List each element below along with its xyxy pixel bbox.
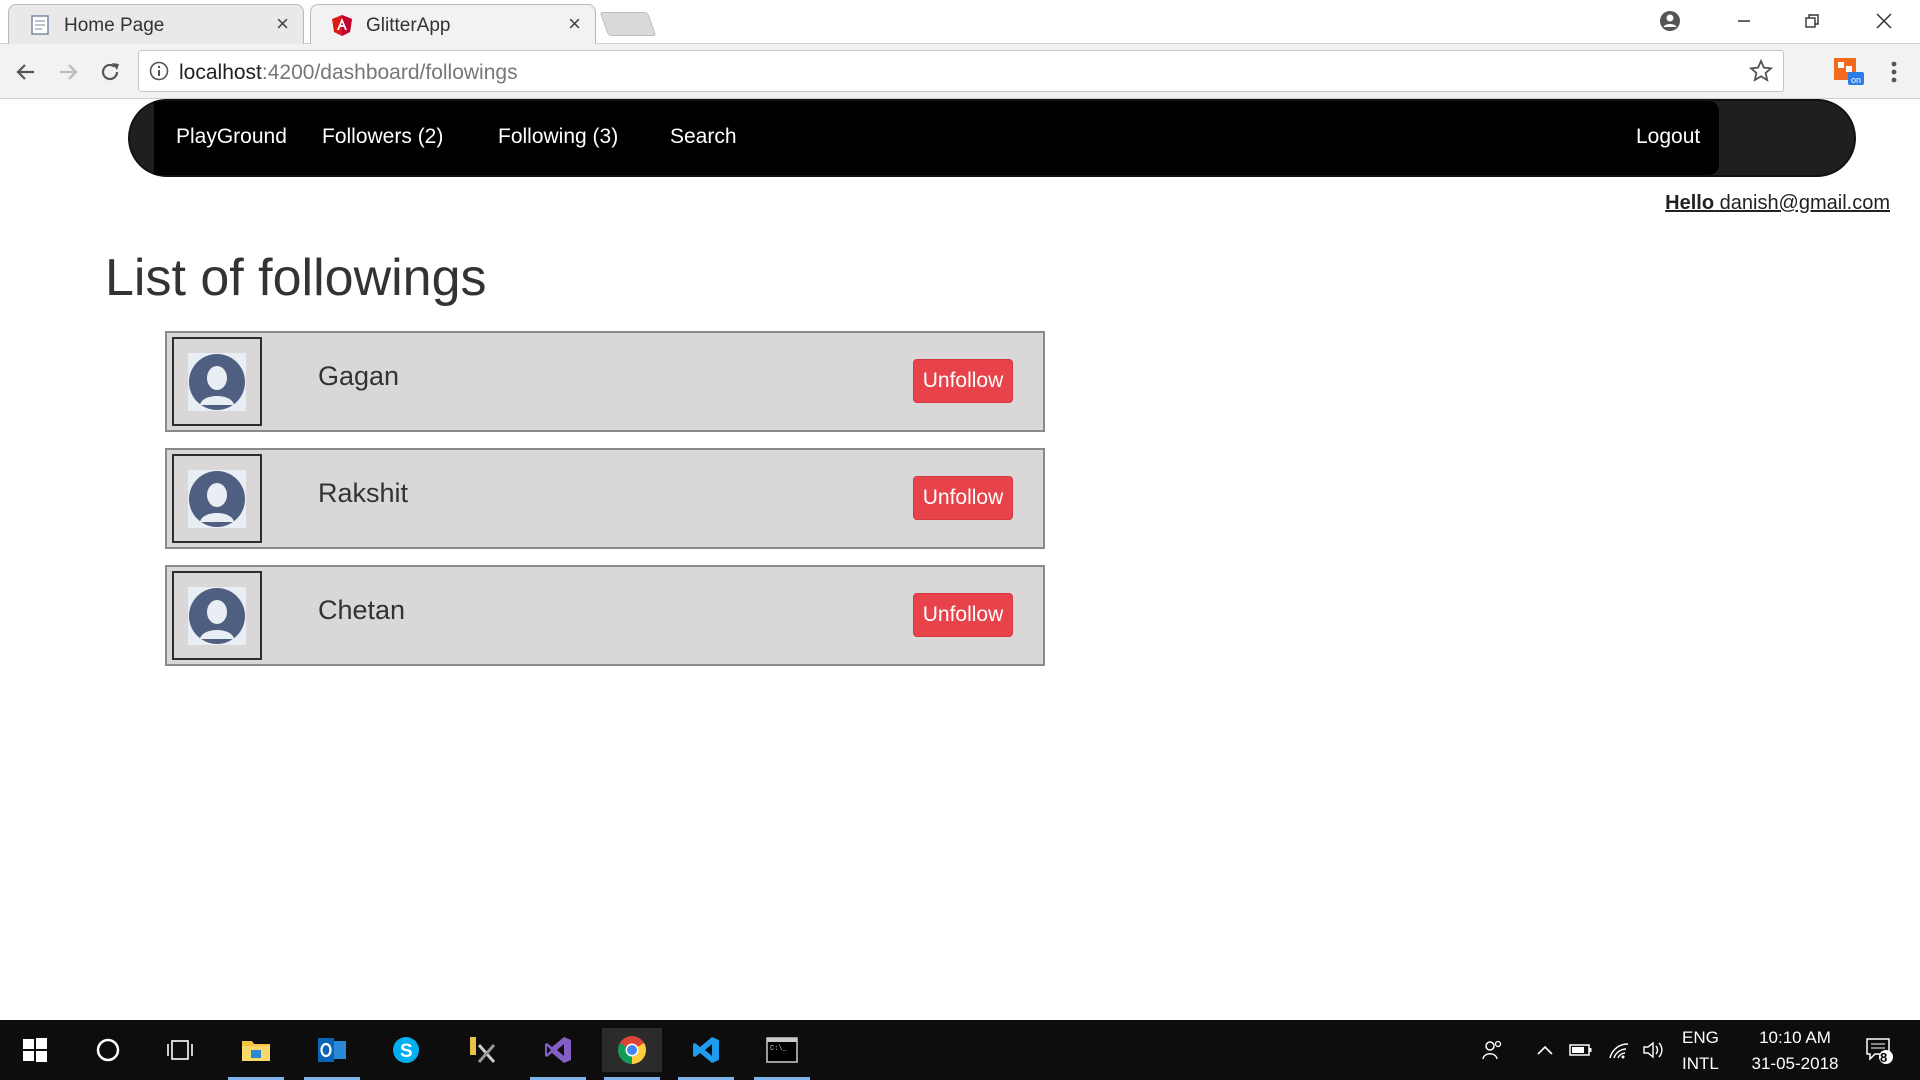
- wifi-icon[interactable]: [1604, 1028, 1634, 1072]
- url-path: :4200/dashboard/followings: [261, 61, 518, 84]
- address-bar[interactable]: localhost:4200/dashboard/followings: [138, 50, 1784, 92]
- unfollow-button[interactable]: Unfollow: [913, 593, 1013, 637]
- tools-icon[interactable]: [452, 1028, 512, 1072]
- back-icon[interactable]: [10, 56, 42, 88]
- nav-playground[interactable]: PlayGround: [176, 125, 287, 149]
- list-item: Rakshit Unfollow: [165, 448, 1045, 549]
- nav-following[interactable]: Following (3): [498, 125, 618, 149]
- browser-toolbar: localhost:4200/dashboard/followings on: [0, 44, 1920, 99]
- windows-start-icon[interactable]: [5, 1028, 65, 1072]
- clock-time[interactable]: 10:10 AM: [1745, 1028, 1845, 1048]
- more-menu-icon[interactable]: [1884, 57, 1904, 87]
- taskbar: S C:\_ ENG INTL 10:10 AM 31-05-2018 8: [0, 1020, 1920, 1080]
- visual-studio-icon[interactable]: [528, 1028, 588, 1080]
- task-view-icon[interactable]: [150, 1028, 210, 1072]
- avatar-frame: [172, 571, 262, 660]
- unfollow-button[interactable]: Unfollow: [913, 359, 1013, 403]
- avatar-icon: [188, 469, 246, 528]
- vscode-icon[interactable]: [676, 1028, 736, 1080]
- profile-icon[interactable]: [1650, 6, 1690, 36]
- url-host: localhost: [179, 61, 262, 84]
- tab-glitterapp[interactable]: GlitterApp ×: [310, 4, 596, 45]
- tab-strip: Home Page × GlitterApp ×: [0, 0, 1920, 45]
- tab-home-page[interactable]: Home Page ×: [8, 4, 304, 44]
- avatar-frame: [172, 337, 262, 426]
- close-icon[interactable]: ×: [276, 13, 289, 35]
- page-title: List of followings: [105, 249, 487, 307]
- bookmark-star-icon[interactable]: [1748, 58, 1774, 88]
- tab-title: GlitterApp: [366, 15, 451, 36]
- keyboard-layout[interactable]: INTL: [1682, 1054, 1719, 1074]
- outlook-icon[interactable]: [302, 1028, 362, 1080]
- logout-link[interactable]: Logout: [1636, 125, 1700, 149]
- volume-icon[interactable]: [1638, 1028, 1668, 1072]
- info-icon[interactable]: [149, 61, 169, 86]
- language-indicator[interactable]: ENG: [1682, 1028, 1719, 1048]
- battery-icon[interactable]: [1566, 1028, 1596, 1072]
- angular-icon: [331, 14, 353, 36]
- avatar-frame: [172, 454, 262, 543]
- people-icon[interactable]: [1462, 1028, 1522, 1072]
- skype-icon[interactable]: S: [376, 1028, 436, 1072]
- svg-text:on: on: [1851, 75, 1861, 85]
- forward-icon[interactable]: [52, 56, 84, 88]
- chrome-icon[interactable]: [602, 1028, 662, 1080]
- cortana-icon[interactable]: [78, 1028, 138, 1072]
- action-center-icon[interactable]: 8: [1854, 1028, 1904, 1072]
- navbar-inner: PlayGround Followers (2) Following (3) S…: [154, 101, 1719, 175]
- unfollow-button[interactable]: Unfollow: [913, 476, 1013, 520]
- reload-icon[interactable]: [94, 56, 126, 88]
- terminal-icon[interactable]: C:\_: [752, 1028, 812, 1080]
- notification-count: 8: [1880, 1050, 1888, 1065]
- tab-title: Home Page: [64, 15, 165, 36]
- user-email: danish@gmail.com: [1719, 192, 1890, 214]
- nav-followers[interactable]: Followers (2): [322, 125, 443, 149]
- restore-icon[interactable]: [1792, 6, 1832, 36]
- avatar-icon: [188, 586, 246, 645]
- extension-icon[interactable]: on: [1834, 56, 1864, 86]
- app-navbar: PlayGround Followers (2) Following (3) S…: [128, 99, 1856, 177]
- svg-text:C:\_: C:\_: [770, 1045, 788, 1053]
- user-greeting[interactable]: Hello danish@gmail.com: [1665, 192, 1890, 215]
- clock-date[interactable]: 31-05-2018: [1735, 1054, 1855, 1074]
- url-text: localhost:4200/dashboard/followings: [179, 61, 518, 85]
- minimize-icon[interactable]: [1724, 6, 1764, 36]
- avatar-icon: [188, 352, 246, 411]
- file-explorer-icon[interactable]: [226, 1028, 286, 1080]
- list-item: Gagan Unfollow: [165, 331, 1045, 432]
- page-icon: [29, 14, 51, 36]
- following-name: Rakshit: [318, 478, 409, 508]
- following-name: Chetan: [318, 595, 406, 625]
- greeting-label: Hello: [1665, 192, 1715, 214]
- close-icon[interactable]: ×: [568, 13, 581, 35]
- new-tab-button[interactable]: [599, 12, 657, 36]
- nav-search[interactable]: Search: [670, 125, 737, 149]
- svg-text:S: S: [400, 1041, 413, 1062]
- window-close-icon[interactable]: [1864, 6, 1904, 36]
- chevron-up-icon[interactable]: [1530, 1028, 1560, 1072]
- list-item: Chetan Unfollow: [165, 565, 1045, 666]
- following-name: Gagan: [318, 361, 400, 391]
